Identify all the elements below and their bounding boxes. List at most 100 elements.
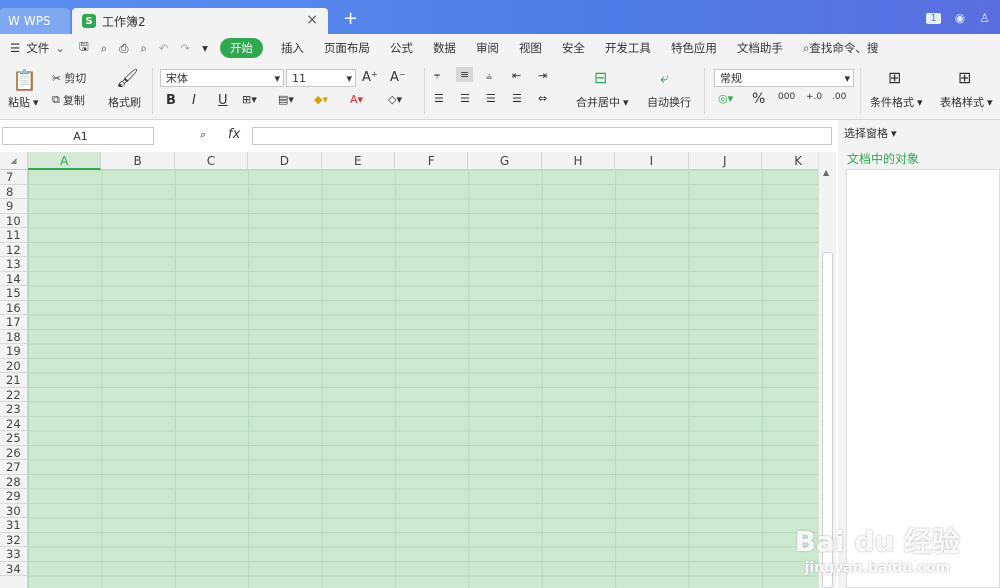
- italic-button[interactable]: I: [192, 93, 196, 108]
- fx-button[interactable]: fx: [228, 127, 240, 142]
- search-command-input[interactable]: 查找命令、搜: [809, 40, 878, 56]
- column-header-d[interactable]: D: [248, 152, 322, 170]
- chevron-down-icon[interactable]: ⌄: [55, 41, 65, 55]
- paste-icon[interactable]: 📋: [12, 68, 37, 92]
- row-header-26[interactable]: 26: [0, 446, 27, 460]
- row-header-22[interactable]: 22: [0, 388, 27, 402]
- menu-developer[interactable]: 开发工具: [605, 40, 651, 56]
- tab-workbook[interactable]: S 工作簿2 ×: [72, 8, 328, 34]
- window-count-badge[interactable]: 1: [926, 12, 941, 24]
- menu-features[interactable]: 特色应用: [671, 40, 717, 56]
- row-header-16[interactable]: 16: [0, 301, 27, 315]
- justify-icon[interactable]: ☰: [512, 92, 522, 105]
- brush-icon[interactable]: 🖌: [116, 68, 139, 89]
- align-left-icon[interactable]: ☰: [434, 92, 444, 105]
- number-format-select[interactable]: 常规 ▾: [714, 69, 854, 87]
- row-header-15[interactable]: 15: [0, 286, 27, 301]
- redo-icon[interactable]: ↷: [181, 41, 191, 55]
- hamburger-icon[interactable]: ☰: [10, 41, 20, 55]
- column-header-f[interactable]: F: [395, 152, 469, 170]
- row-header-23[interactable]: 23: [0, 402, 27, 417]
- tab-wps[interactable]: W WPS: [0, 8, 70, 34]
- row-header-14[interactable]: 14: [0, 272, 27, 286]
- row-header-34[interactable]: 34: [0, 562, 27, 576]
- formula-input[interactable]: [252, 127, 832, 145]
- font-size-select[interactable]: 11 ▾: [286, 69, 356, 87]
- row-header-25[interactable]: 25: [0, 431, 27, 446]
- select-all-corner[interactable]: ◢: [0, 152, 28, 170]
- new-tab-icon[interactable]: +: [343, 8, 358, 29]
- row-header-21[interactable]: 21: [0, 373, 27, 388]
- row-header-8[interactable]: 8: [0, 185, 27, 199]
- row-header-24[interactable]: 24: [0, 417, 27, 431]
- font-family-select[interactable]: 宋体 ▾: [160, 69, 284, 87]
- conditional-format-icon[interactable]: ⊞: [888, 68, 901, 87]
- indent-increase-icon[interactable]: ⇥: [538, 69, 547, 82]
- scroll-up-icon[interactable]: ▲: [823, 168, 829, 177]
- zoom-formula-icon[interactable]: ⌕: [200, 128, 206, 142]
- fill-color-icon[interactable]: ◆▾: [314, 93, 328, 106]
- shirt-icon[interactable]: ♙: [979, 11, 990, 25]
- wrap-text-button[interactable]: 自动换行: [647, 94, 691, 110]
- row-header-10[interactable]: 10: [0, 214, 27, 228]
- fill-pattern-icon[interactable]: ▤▾: [278, 93, 294, 106]
- print-preview-icon[interactable]: ⌕: [140, 41, 146, 56]
- wrap-text-icon[interactable]: ⤶: [660, 68, 669, 88]
- align-middle-icon[interactable]: ≡: [456, 67, 474, 82]
- column-header-k[interactable]: K: [762, 152, 818, 170]
- bold-button[interactable]: B: [166, 93, 176, 108]
- border-icon[interactable]: ⊞▾: [242, 93, 257, 106]
- column-header-b[interactable]: B: [101, 152, 175, 170]
- cut-button[interactable]: ✂ 剪切: [52, 70, 86, 86]
- row-header-29[interactable]: 29: [0, 489, 27, 504]
- table-style-button[interactable]: 表格样式 ▾: [940, 94, 993, 110]
- increase-decimal-icon[interactable]: +.0: [806, 92, 822, 102]
- format-painter-small-icon[interactable]: ⌕: [101, 41, 107, 56]
- cell-area[interactable]: [28, 170, 818, 588]
- undo-icon[interactable]: ↶: [159, 41, 169, 55]
- menu-data[interactable]: 数据: [433, 40, 456, 56]
- column-header-e[interactable]: E: [322, 152, 395, 170]
- print-icon[interactable]: ⎙: [119, 41, 128, 56]
- align-center-icon[interactable]: ☰: [460, 92, 470, 105]
- menu-page-layout[interactable]: 页面布局: [324, 40, 370, 56]
- row-header-9[interactable]: 9: [0, 199, 27, 214]
- menu-formula[interactable]: 公式: [390, 40, 413, 56]
- column-header-i[interactable]: I: [615, 152, 689, 170]
- column-header-j[interactable]: J: [689, 152, 762, 170]
- row-header-17[interactable]: 17: [0, 315, 27, 330]
- row-header-12[interactable]: 12: [0, 243, 27, 257]
- align-bottom-icon[interactable]: ⫨: [486, 69, 492, 83]
- row-header-11[interactable]: 11: [0, 228, 27, 243]
- menu-doc-assistant[interactable]: 文档助手: [737, 40, 783, 56]
- row-header-19[interactable]: 19: [0, 344, 27, 359]
- table-style-icon[interactable]: ⊞: [958, 68, 971, 87]
- row-header-27[interactable]: 27: [0, 460, 27, 475]
- conditional-format-button[interactable]: 条件格式 ▾: [870, 94, 923, 110]
- row-header-33[interactable]: 33: [0, 547, 27, 562]
- save-icon[interactable]: 🖫: [79, 39, 89, 58]
- column-header-a[interactable]: A: [28, 152, 102, 170]
- row-header-28[interactable]: 28: [0, 475, 27, 489]
- menu-file[interactable]: 文件: [26, 40, 49, 56]
- format-painter-button[interactable]: 格式刷: [108, 94, 141, 110]
- close-tab-icon[interactable]: ×: [306, 12, 318, 28]
- row-header-32[interactable]: 32: [0, 533, 27, 547]
- menu-review[interactable]: 审阅: [476, 40, 499, 56]
- menu-security[interactable]: 安全: [562, 40, 585, 56]
- row-header-20[interactable]: 20: [0, 359, 27, 373]
- font-color-icon[interactable]: A▾: [350, 93, 363, 106]
- increase-font-icon[interactable]: A⁺: [362, 70, 378, 85]
- underline-button[interactable]: U: [218, 93, 228, 108]
- percent-button[interactable]: %: [752, 91, 765, 107]
- column-header-c[interactable]: C: [175, 152, 249, 170]
- copy-button[interactable]: ⧉ 复制: [52, 92, 85, 108]
- indent-decrease-icon[interactable]: ⇤: [512, 69, 521, 82]
- clear-icon[interactable]: ◇▾: [388, 93, 402, 106]
- row-header-7[interactable]: 7: [0, 170, 27, 185]
- menu-insert[interactable]: 插入: [281, 40, 304, 56]
- menu-view[interactable]: 视图: [519, 40, 542, 56]
- merge-center-button[interactable]: 合并居中 ▾: [576, 94, 629, 110]
- distributed-icon[interactable]: ⇔: [538, 92, 547, 105]
- row-header-31[interactable]: 31: [0, 518, 27, 533]
